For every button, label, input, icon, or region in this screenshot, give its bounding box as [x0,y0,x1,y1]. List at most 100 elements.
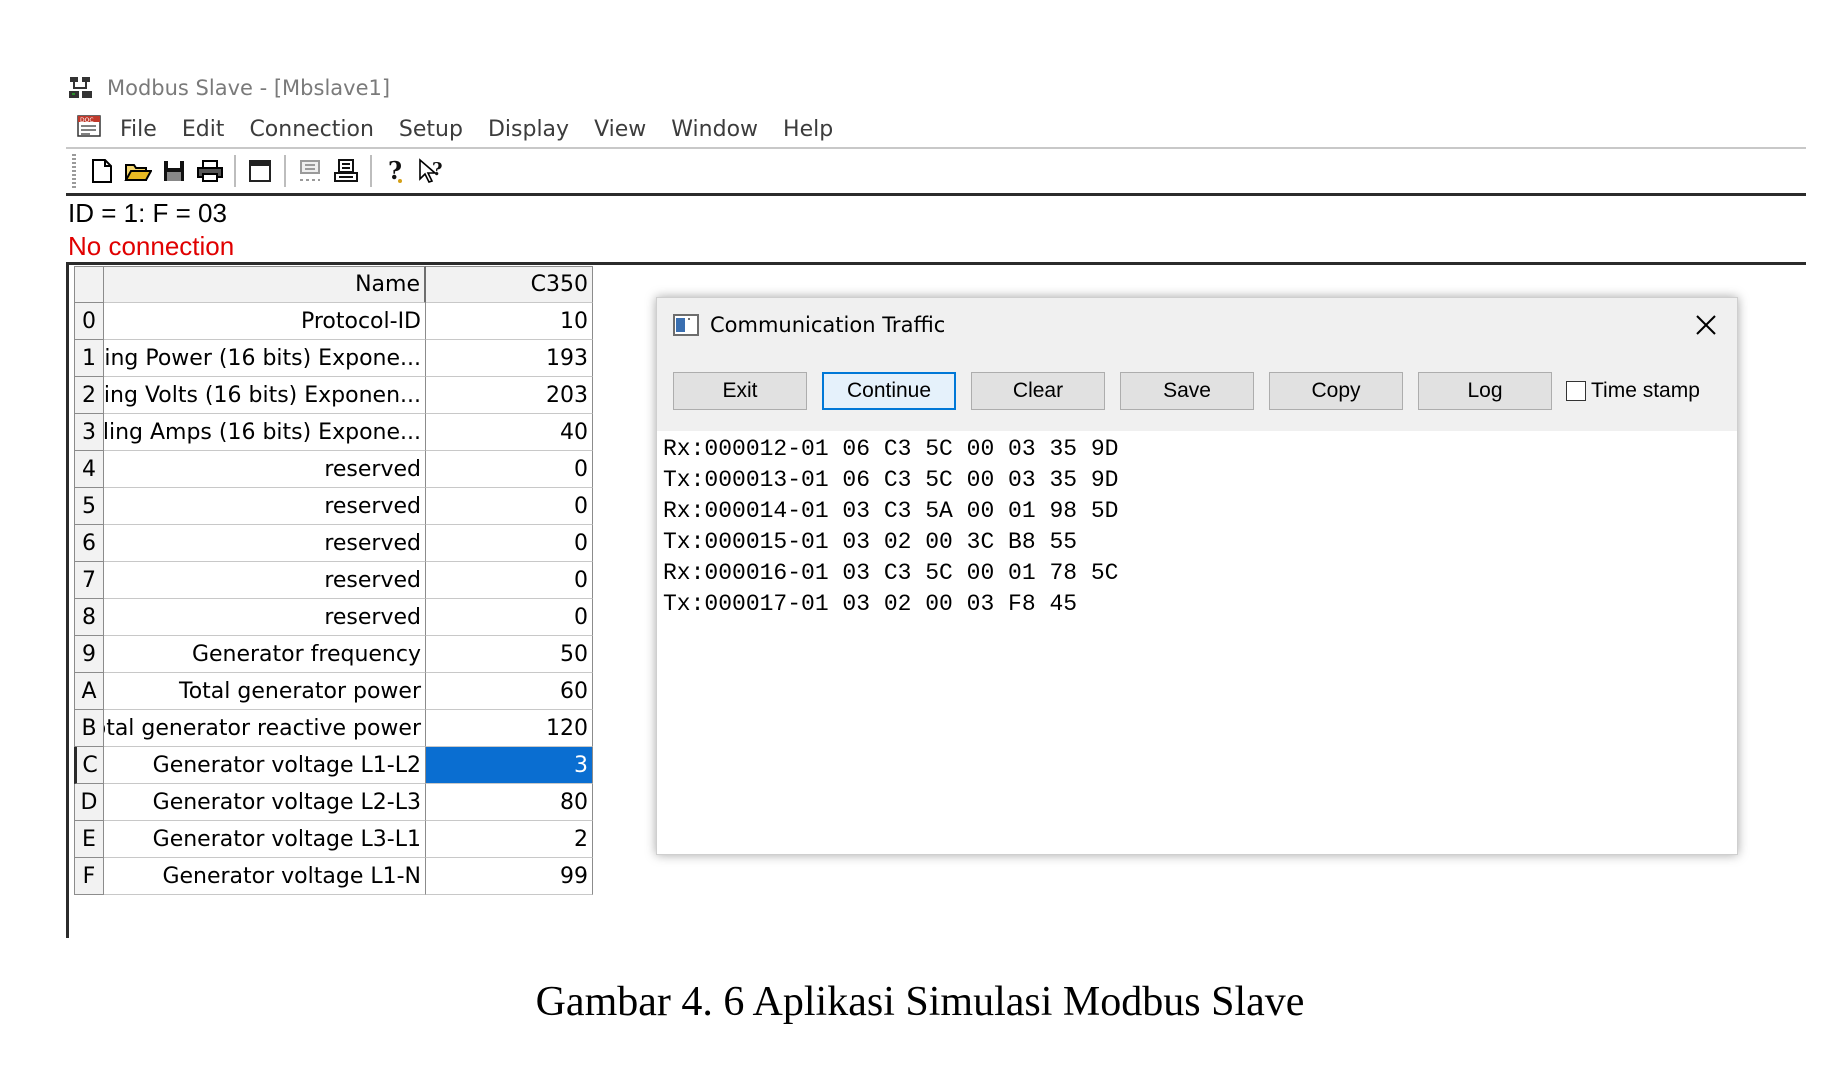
table-row-selected[interactable]: C Generator voltage L1-L2 3 [74,747,593,784]
menu-connection[interactable]: Connection [249,117,373,142]
register-name[interactable]: Skaling Amps (16 bits) Expone... [104,414,426,451]
register-value[interactable]: 40 [426,414,593,451]
help-icon[interactable]: ? [378,153,414,189]
monitor-icon[interactable] [328,153,364,189]
document-icon[interactable]: DOC [76,113,104,141]
column-header-name[interactable]: Name [104,266,426,303]
register-name[interactable]: Generator voltage L1-N [104,858,426,895]
row-index[interactable]: 2 [74,377,104,414]
register-name[interactable]: Total generator power [104,673,426,710]
print-icon[interactable] [192,153,228,189]
register-name[interactable]: Skaling Power (16 bits) Expone... [104,340,426,377]
menu-file[interactable]: File [120,117,157,142]
row-index[interactable]: 1 [74,340,104,377]
register-name[interactable]: Protocol-ID [104,303,426,340]
register-value[interactable]: 193 [426,340,593,377]
table-row[interactable]: 3Skaling Amps (16 bits) Expone...40 [74,414,593,451]
table-row[interactable]: A Total generator power 60 [74,673,593,710]
toolbar-grip[interactable] [72,154,76,188]
traffic-log[interactable]: Rx:000012-01 06 C3 5C 00 03 35 9D Tx:000… [663,434,1723,620]
register-name[interactable]: Generator voltage L3-L1 [104,821,426,858]
row-index[interactable]: 5 [74,488,104,525]
row-index[interactable]: F [74,858,104,895]
row-index[interactable]: 0 [74,303,104,340]
menu-display[interactable]: Display [488,117,569,142]
register-name[interactable]: Generator frequency [104,636,426,673]
register-value[interactable]: 50 [426,636,593,673]
status-divider [66,262,1806,265]
context-help-icon[interactable]: ? [414,153,450,189]
copy-button[interactable]: Copy [1269,372,1403,410]
log-button[interactable]: Log [1418,372,1552,410]
continue-button[interactable]: Continue [822,372,956,410]
register-name[interactable]: reserved [104,562,426,599]
register-name[interactable]: reserved [104,451,426,488]
register-value[interactable]: 0 [426,562,593,599]
table-row[interactable]: 5 reserved 0 [74,488,593,525]
table-row[interactable]: 1Skaling Power (16 bits) Expone...193 [74,340,593,377]
register-name[interactable]: Skaling Volts (16 bits) Exponen... [104,377,426,414]
register-value[interactable]: 0 [426,451,593,488]
connect-icon[interactable] [292,153,328,189]
table-row[interactable]: D Generator voltage L2-L3 80 [74,784,593,821]
register-value[interactable]: 120 [426,710,593,747]
table-row[interactable]: 4 reserved 0 [74,451,593,488]
table-row[interactable]: B Total generator reactive power 120 [74,710,593,747]
save-icon[interactable] [156,153,192,189]
register-value[interactable]: 0 [426,525,593,562]
register-value[interactable]: 0 [426,599,593,636]
row-index[interactable]: 8 [74,599,104,636]
register-value[interactable]: 80 [426,784,593,821]
time-stamp-checkbox[interactable] [1566,381,1586,401]
row-index[interactable]: 7 [74,562,104,599]
register-value[interactable]: 0 [426,488,593,525]
row-index[interactable]: 9 [74,636,104,673]
svg-text:?: ? [432,159,443,180]
row-index[interactable]: C [74,747,104,784]
row-index[interactable]: 6 [74,525,104,562]
register-name[interactable]: reserved [104,599,426,636]
register-name[interactable]: Generator voltage L2-L3 [104,784,426,821]
register-name[interactable]: reserved [104,525,426,562]
window-icon[interactable] [242,153,278,189]
table-row[interactable]: E Generator voltage L3-L1 2 [74,821,593,858]
register-value[interactable]: 10 [426,303,593,340]
register-value-selected[interactable]: 3 [426,747,593,784]
close-icon[interactable] [1693,312,1719,338]
register-name[interactable]: reserved [104,488,426,525]
menu-bar: File Edit Connection Setup Display View … [120,114,858,144]
time-stamp-label: Time stamp [1591,379,1700,402]
row-index[interactable]: E [74,821,104,858]
table-row[interactable]: 8 reserved 0 [74,599,593,636]
menu-setup[interactable]: Setup [399,117,463,142]
register-value[interactable]: 2 [426,821,593,858]
table-row[interactable]: 2Skaling Volts (16 bits) Exponen...203 [74,377,593,414]
menu-view[interactable]: View [594,117,646,142]
table-row[interactable]: 6 reserved 0 [74,525,593,562]
column-header-value[interactable]: C350 [426,266,593,303]
menu-window[interactable]: Window [671,117,758,142]
menu-help[interactable]: Help [783,117,833,142]
open-folder-icon[interactable] [120,153,156,189]
register-value[interactable]: 60 [426,673,593,710]
menu-edit[interactable]: Edit [182,117,225,142]
exit-button[interactable]: Exit [673,372,807,410]
table-row[interactable]: 9 Generator frequency 50 [74,636,593,673]
table-row[interactable]: F Generator voltage L1-N 99 [74,858,593,895]
log-line: Rx:000014-01 03 C3 5A 00 01 98 5D [663,498,1119,524]
row-index[interactable]: 4 [74,451,104,488]
clear-button[interactable]: Clear [971,372,1105,410]
new-document-icon[interactable] [84,153,120,189]
register-name[interactable]: Total generator reactive power [104,710,426,747]
row-index[interactable]: D [74,784,104,821]
time-stamp-toggle[interactable]: Time stamp [1566,379,1700,403]
register-name[interactable]: Generator voltage L1-L2 [104,747,426,784]
save-button[interactable]: Save [1120,372,1254,410]
row-index[interactable]: A [74,673,104,710]
row-index[interactable]: B [74,710,104,747]
row-index[interactable]: 3 [74,414,104,451]
register-value[interactable]: 99 [426,858,593,895]
table-row[interactable]: 7 reserved 0 [74,562,593,599]
table-row[interactable]: 0 Protocol-ID 10 [74,303,593,340]
register-value[interactable]: 203 [426,377,593,414]
